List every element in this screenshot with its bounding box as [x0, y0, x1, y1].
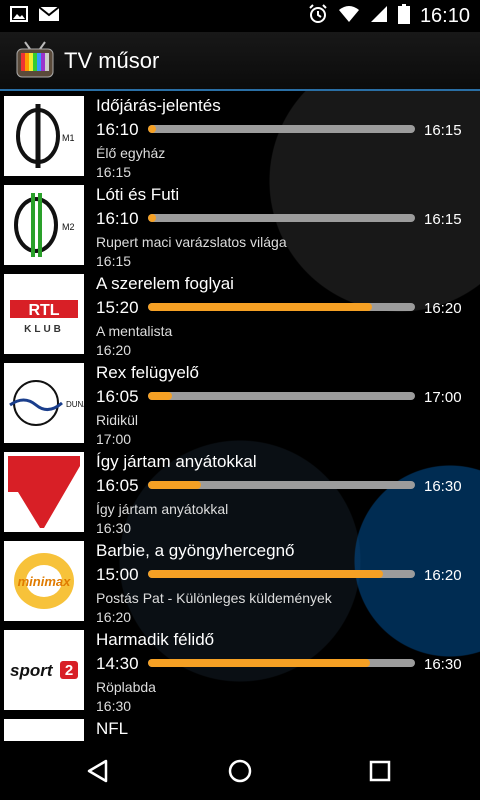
program-row[interactable]: RTL KLUB A szerelem foglyai 15:20 16:20 … — [0, 270, 480, 358]
progress-bar — [148, 303, 415, 311]
channel-logo-duna: DUNA — [4, 363, 84, 443]
svg-text:sport: sport — [10, 661, 54, 680]
next-program-time: 16:30 — [96, 698, 132, 714]
progress-bar — [148, 481, 415, 489]
gmail-icon — [38, 5, 60, 27]
progress-fill — [148, 392, 173, 400]
channel-logo-rtl-klub: RTL KLUB — [4, 274, 84, 354]
svg-text:minimax: minimax — [18, 574, 72, 589]
next-program-title: Postás Pat - Különleges küldemények — [96, 590, 332, 606]
progress-fill — [148, 303, 373, 311]
start-time: 14:30 — [96, 654, 139, 673]
next-program-title: Rupert maci varázslatos világa — [96, 234, 287, 250]
action-bar: TV műsor — [0, 32, 480, 90]
channel-logo-sport2: sport 2 — [4, 630, 84, 710]
svg-text:2: 2 — [65, 662, 73, 679]
channel-logo-m2: M2 — [4, 185, 84, 265]
progress-bar — [148, 125, 415, 133]
program-row[interactable]: M2 Lóti és Futi 16:10 16:15 Rupert maci … — [0, 181, 480, 269]
progress-bar — [148, 570, 415, 578]
page-title: TV műsor — [64, 48, 160, 73]
program-title: A szerelem foglyai — [96, 274, 234, 293]
program-title: Barbie, a gyöngyhercegnő — [96, 541, 295, 560]
progress-fill — [148, 214, 156, 222]
channel-logo-minimax: minimax — [4, 541, 84, 621]
program-title: Így jártam anyátokkal — [96, 452, 257, 471]
next-program-title: Így jártam anyátokkal — [96, 501, 229, 517]
channel-logo — [4, 719, 84, 741]
svg-text:RTL: RTL — [28, 302, 59, 319]
start-time: 16:10 — [96, 120, 139, 139]
start-time: 16:05 — [96, 476, 139, 495]
program-title: Lóti és Futi — [96, 185, 180, 204]
system-icons: 16:10 — [308, 0, 470, 32]
next-program-time: 17:00 — [96, 431, 132, 447]
next-program-time: 16:20 — [96, 342, 132, 358]
next-program-time: 16:15 — [96, 253, 132, 269]
wifi-icon — [338, 5, 360, 28]
status-bar: 16:10 — [0, 0, 480, 32]
next-program-time: 16:20 — [96, 609, 132, 625]
image-icon — [10, 5, 28, 28]
program-row[interactable]: minimax Barbie, a gyöngyhercegnő 15:00 1… — [0, 537, 480, 625]
recents-icon[interactable] — [362, 753, 398, 789]
start-time: 15:00 — [96, 565, 139, 584]
next-program-title: Élő egyház — [96, 145, 166, 161]
next-program-time: 16:30 — [96, 520, 132, 536]
program-row[interactable]: sport 2 Harmadik félidő 14:30 16:30 Röpl… — [0, 626, 480, 714]
end-time: 16:20 — [424, 567, 462, 584]
progress-fill — [148, 481, 202, 489]
program-title: Rex felügyelő — [96, 363, 200, 382]
alarm-icon — [308, 3, 328, 29]
home-icon[interactable] — [222, 753, 258, 789]
svg-text:M2: M2 — [62, 222, 75, 232]
clock: 16:10 — [419, 4, 470, 27]
next-program-time: 16:15 — [96, 164, 132, 180]
program-title: Harmadik félidő — [96, 630, 215, 649]
tv-icon[interactable] — [16, 41, 54, 81]
end-time: 16:30 — [424, 478, 462, 495]
channel-logo-pro7 — [4, 452, 84, 532]
program-title: NFL — [96, 719, 129, 738]
progress-bar — [148, 214, 415, 222]
next-program-title: Röplabda — [96, 679, 156, 695]
program-list[interactable]: M1 Időjárás-jelentés 16:10 16:15 Élő egy… — [0, 91, 480, 741]
end-time: 16:15 — [424, 211, 462, 228]
battery-icon — [397, 3, 410, 29]
progress-fill — [148, 570, 383, 578]
program-row[interactable]: M1 Időjárás-jelentés 16:10 16:15 Élő egy… — [0, 92, 480, 180]
navigation-bar — [0, 741, 480, 800]
end-time: 16:30 — [424, 656, 462, 673]
progress-fill — [148, 125, 156, 133]
progress-fill — [148, 659, 370, 667]
start-time: 15:20 — [96, 298, 139, 317]
end-time: 17:00 — [424, 389, 462, 406]
end-time: 16:15 — [424, 122, 462, 139]
progress-bar — [148, 659, 415, 667]
program-title: Időjárás-jelentés — [96, 96, 221, 115]
program-row[interactable]: Így jártam anyátokkal 16:05 16:30 Így já… — [0, 448, 480, 536]
notification-icons — [10, 5, 60, 28]
start-time: 16:10 — [96, 209, 139, 228]
next-program-title: A mentalista — [96, 323, 173, 339]
progress-bar — [148, 392, 415, 400]
signal-icon — [370, 5, 388, 28]
end-time: 16:20 — [424, 300, 462, 317]
svg-text:DUNA: DUNA — [66, 400, 84, 409]
program-row[interactable]: NFL — [0, 715, 480, 741]
channel-logo-m1: M1 — [4, 96, 84, 176]
start-time: 16:05 — [96, 387, 139, 406]
svg-text:KLUB: KLUB — [24, 324, 64, 335]
back-icon[interactable] — [80, 753, 116, 789]
program-row[interactable]: DUNA Rex felügyelő 16:05 17:00 Ridikül 1… — [0, 359, 480, 447]
svg-text:M1: M1 — [62, 133, 75, 143]
next-program-title: Ridikül — [96, 412, 139, 428]
